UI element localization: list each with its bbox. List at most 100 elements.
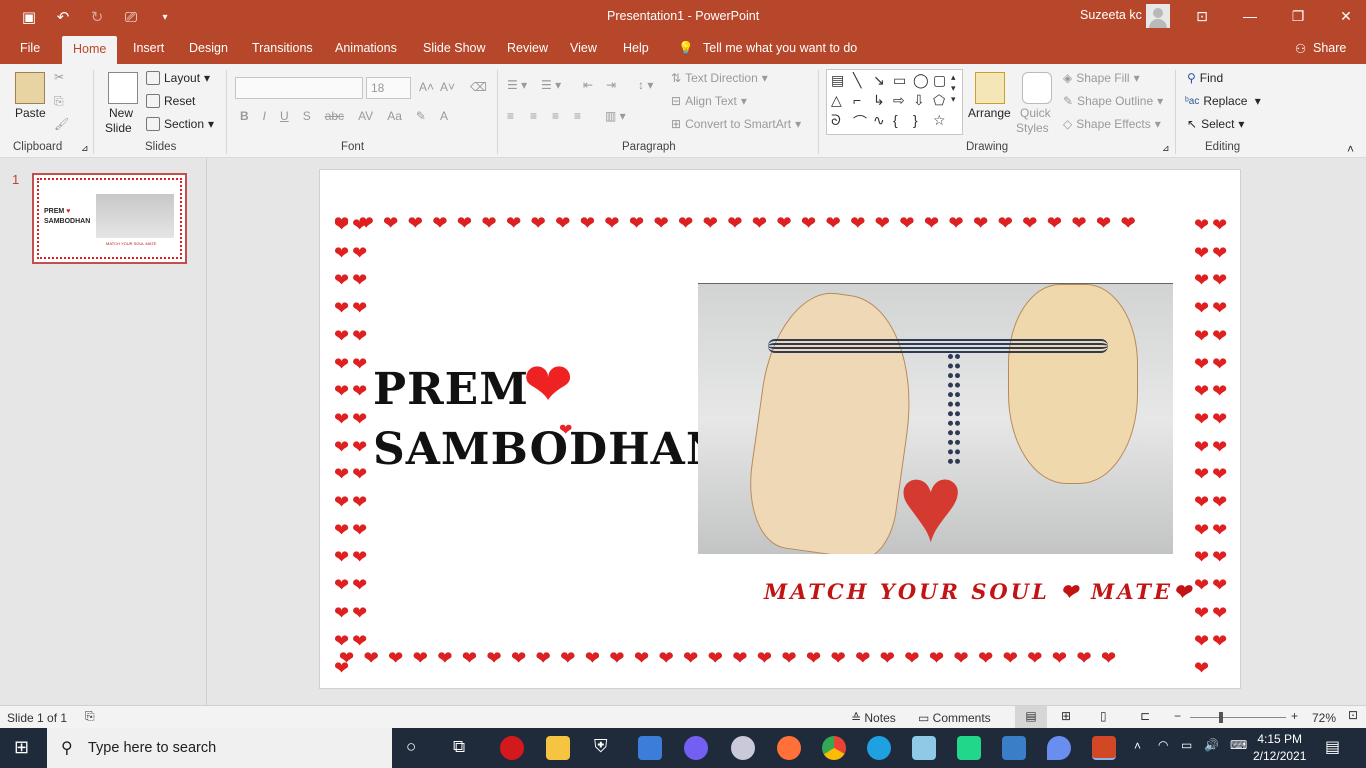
slide-sorter-icon[interactable]: ⊞ (1061, 709, 1071, 723)
numbering-icon[interactable]: ☰ ▾ (541, 78, 561, 92)
tab-design[interactable]: Design (189, 41, 228, 55)
right-brace-icon[interactable]: } (913, 112, 918, 128)
underline-icon[interactable]: U (280, 109, 289, 123)
reading-view-icon[interactable]: ▯ (1100, 709, 1107, 723)
paint-icon[interactable] (731, 736, 755, 760)
reset-button[interactable]: Reset (146, 94, 195, 108)
volume-icon[interactable]: 🔊 (1204, 738, 1219, 752)
paste-button[interactable]: Paste (15, 106, 46, 120)
task-view-icon[interactable]: ⧉ (453, 737, 465, 757)
cut-icon[interactable]: ✂ (54, 70, 64, 84)
undo-icon[interactable]: ↶ (52, 7, 74, 27)
viber-icon[interactable] (684, 736, 708, 760)
select-button[interactable]: ↖ Select ▾ (1187, 117, 1244, 131)
freeform-shape-icon[interactable]: ᘐ (831, 112, 841, 129)
zoom-slider[interactable] (1190, 717, 1286, 718)
elbow-connector-icon[interactable]: ⌐ (853, 92, 861, 108)
system-clock[interactable]: 4:15 PM 2/12/2021 (1253, 731, 1306, 765)
decrease-font-icon[interactable]: A˅ (440, 80, 455, 94)
find-button[interactable]: ⚲ Find (1187, 71, 1223, 85)
present-icon[interactable]: ⎚ (120, 7, 142, 27)
right-arrow-shape-icon[interactable]: ⇨ (893, 92, 905, 109)
tab-insert[interactable]: Insert (133, 41, 164, 55)
clear-formatting-icon[interactable]: ⌫ (470, 80, 487, 94)
tab-transitions[interactable]: Transitions (252, 41, 313, 55)
line-shape-icon[interactable]: ╲ (853, 72, 861, 89)
arrange-icon[interactable] (975, 72, 1005, 104)
accessibility-icon[interactable]: ⎘ (85, 709, 95, 724)
star-shape-icon[interactable]: ☆ (933, 112, 946, 129)
increase-indent-icon[interactable]: ⇥ (606, 78, 616, 92)
text-direction-button[interactable]: ⇅ Text Direction ▾ (671, 71, 768, 85)
wifi-icon[interactable]: ◠ (1158, 738, 1168, 752)
opera-icon[interactable] (500, 736, 524, 760)
zoom-out-icon[interactable]: − (1174, 709, 1181, 723)
paste-icon[interactable] (15, 72, 45, 104)
oval-shape-icon[interactable]: ◯ (913, 72, 929, 89)
pentagon-shape-icon[interactable]: ⬠ (933, 92, 945, 109)
align-right-icon[interactable]: ≡ (552, 109, 559, 123)
line-spacing-icon[interactable]: ↕ ▾ (638, 78, 653, 92)
tell-me-box[interactable]: Tell me what you want to do (703, 41, 857, 55)
show-hidden-icons[interactable]: ˄ (1134, 739, 1141, 753)
battery-icon[interactable]: ▭ (1181, 738, 1192, 752)
ribbon-display-icon[interactable]: ⊡ (1192, 8, 1212, 25)
rectangle-shape-icon[interactable]: ▭ (893, 72, 906, 89)
new-slide-icon[interactable] (108, 72, 138, 104)
close-icon[interactable]: ✕ (1336, 8, 1356, 25)
share-button[interactable]: Share (1313, 41, 1346, 55)
align-text-button[interactable]: ⊟ Align Text ▾ (671, 94, 747, 108)
font-color-icon[interactable]: A (440, 109, 448, 123)
firefox-icon[interactable] (777, 736, 801, 760)
notes-button[interactable]: ≙ Notes (851, 711, 896, 725)
tab-slide-show[interactable]: Slide Show (423, 41, 486, 55)
quick-styles-button-line2[interactable]: Styles (1016, 121, 1049, 135)
notifications-icon[interactable]: ▤ (1325, 737, 1340, 757)
taskbar-search-box[interactable]: ⚲ Type here to search (47, 728, 392, 768)
tab-review[interactable]: Review (507, 41, 548, 55)
security-shield-icon[interactable]: ⛨ (594, 736, 608, 757)
restore-icon[interactable]: ❐ (1288, 8, 1308, 25)
layout-button[interactable]: Layout ▾ (146, 71, 210, 85)
handcuffed-hands-picture[interactable]: ♥ (698, 283, 1173, 554)
minimize-icon[interactable]: — (1240, 8, 1260, 25)
photos-icon[interactable] (1002, 736, 1026, 760)
justify-icon[interactable]: ≡ (574, 109, 581, 123)
align-left-icon[interactable]: ≡ (507, 109, 514, 123)
slide-thumbnail[interactable]: PREM ♥ SAMBODHAN MATCH YOUR SOUL MATE (32, 173, 187, 264)
copy-icon[interactable]: ⎘ (54, 94, 64, 109)
quick-styles-icon[interactable] (1022, 72, 1052, 104)
comments-button[interactable]: ▭ Comments (918, 711, 991, 725)
font-size-input[interactable]: 18 (366, 77, 411, 99)
section-button[interactable]: Section ▾ (146, 117, 214, 131)
change-case-icon[interactable]: Aa (387, 109, 402, 123)
arc-shape-icon[interactable]: ⌒ (853, 112, 867, 132)
replace-button[interactable]: ᵇac Replace ▾ (1185, 94, 1261, 108)
bullets-icon[interactable]: ☰ ▾ (507, 78, 527, 92)
zoom-in-icon[interactable]: + (1291, 709, 1298, 723)
store-icon[interactable] (638, 736, 662, 760)
normal-view-icon[interactable]: ▤ (1015, 706, 1047, 728)
columns-icon[interactable]: ▥ ▾ (605, 109, 626, 123)
notepad-icon[interactable] (912, 736, 936, 760)
shapes-gallery[interactable]: ▤ ╲ ↘ ▭ ◯ ▢ △ ⌐ ↳ ⇨ ⇩ ⬠ ᘐ ⌒ ∿ { } ☆ ▴ ▾ ▾ (826, 69, 963, 135)
redo-icon[interactable]: ↻ (86, 7, 108, 27)
elbow-arrow-icon[interactable]: ↳ (873, 92, 885, 109)
cortana-icon[interactable]: ○ (406, 737, 416, 757)
char-spacing-icon[interactable]: AV (358, 109, 373, 123)
tab-file[interactable]: File (20, 41, 40, 55)
decrease-indent-icon[interactable]: ⇤ (583, 78, 593, 92)
slideshow-view-icon[interactable]: ⊏ (1140, 709, 1150, 723)
avatar[interactable] (1146, 4, 1170, 28)
tab-home[interactable]: Home (62, 36, 118, 64)
pycharm-icon[interactable] (957, 736, 981, 760)
new-slide-button-line2[interactable]: Slide (105, 121, 132, 135)
tab-animations[interactable]: Animations (335, 41, 397, 55)
zoom-level[interactable]: 72% (1312, 711, 1336, 725)
drawing-launcher-icon[interactable]: ⊿ (1162, 143, 1170, 154)
customize-qat-icon[interactable]: ▾ (154, 7, 176, 27)
save-icon[interactable]: ▣ (18, 7, 40, 27)
collapse-ribbon-icon[interactable]: ˄ (1347, 142, 1354, 156)
textbox-shape-icon[interactable]: ▤ (831, 72, 844, 89)
center-icon[interactable]: ≡ (530, 109, 537, 123)
